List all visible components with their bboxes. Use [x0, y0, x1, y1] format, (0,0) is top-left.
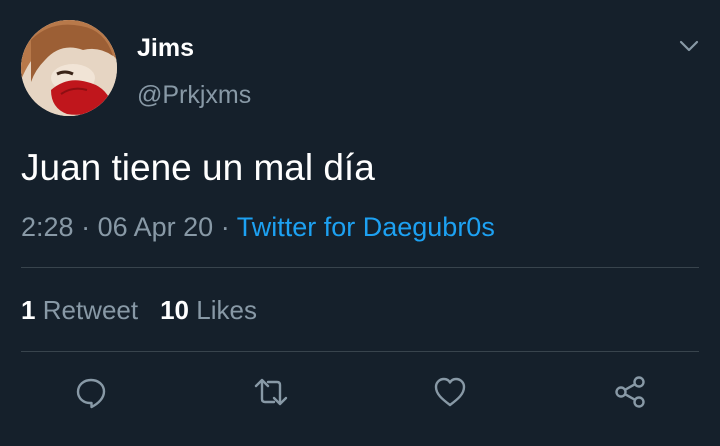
share-button[interactable] — [612, 374, 648, 410]
user-handle[interactable]: @Prkjxms — [137, 80, 251, 110]
display-name[interactable]: Jims — [137, 33, 194, 63]
tweet-text: Juan tiene un mal día — [21, 147, 375, 188]
tweet-stats: 1 Retweet 10 Likes — [21, 294, 257, 326]
meta-separator: · — [81, 212, 91, 242]
reply-button[interactable] — [73, 374, 109, 410]
avatar[interactable] — [21, 20, 117, 116]
tweet-date: 06 Apr 20 — [97, 212, 214, 242]
share-icon — [612, 374, 648, 410]
likes-label: Likes — [196, 295, 257, 325]
divider — [21, 351, 699, 352]
retweet-button[interactable] — [253, 374, 289, 410]
heart-icon — [432, 374, 468, 410]
likes-stat[interactable]: 10 Likes — [160, 295, 257, 325]
tweet-time: 2:28 — [21, 212, 74, 242]
tweet-card: Jims @Prkjxms Juan tiene un mal día 2:28… — [0, 0, 720, 446]
retweets-label: Retweet — [42, 295, 139, 325]
tweet-metadata: 2:28 · 06 Apr 20 · Twitter for Daegubr0s — [21, 210, 495, 244]
reply-icon — [73, 374, 109, 410]
retweets-stat[interactable]: 1 Retweet — [21, 295, 138, 325]
divider — [21, 267, 699, 268]
retweet-icon — [253, 374, 289, 410]
tweet-source-link[interactable]: Twitter for Daegubr0s — [237, 212, 495, 242]
meta-separator: · — [220, 212, 230, 242]
likes-count: 10 — [160, 295, 190, 325]
retweets-count: 1 — [21, 295, 36, 325]
chevron-down-icon[interactable] — [676, 34, 702, 58]
avatar-photo — [21, 20, 117, 116]
like-button[interactable] — [432, 374, 468, 410]
